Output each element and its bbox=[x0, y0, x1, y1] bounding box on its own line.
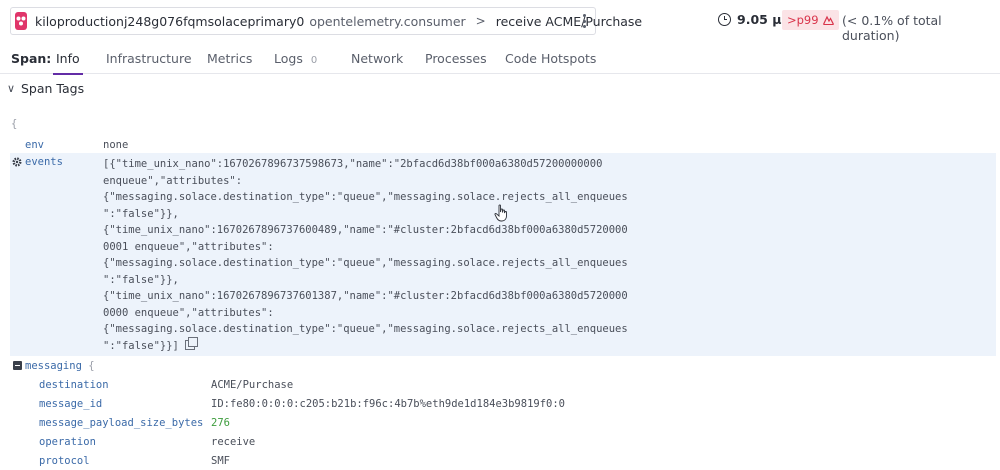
tag-value-protocol[interactable]: SMF bbox=[211, 455, 230, 467]
tab-processes[interactable]: Processes bbox=[425, 51, 487, 66]
tag-value-operation[interactable]: receive bbox=[211, 436, 255, 448]
tag-key-messaging[interactable]: messaging { bbox=[25, 360, 95, 372]
messaging-key: messaging bbox=[25, 360, 82, 372]
tab-info[interactable]: Info bbox=[53, 51, 83, 75]
tag-key-destination[interactable]: destination bbox=[39, 379, 109, 391]
events-line: ":"false"}}] bbox=[103, 339, 179, 352]
events-line: {"messaging.solace.destination_type":"qu… bbox=[103, 323, 628, 335]
tab-logs-label: Logs bbox=[274, 51, 303, 66]
more-options-icon[interactable] bbox=[579, 12, 589, 30]
tag-value-message-id[interactable]: ID:fe80:0:0:0:c205:b21b:f96c:4b7b%eth9de… bbox=[211, 398, 565, 410]
events-line: [{"time_unix_nano":1670267896737598673,"… bbox=[103, 158, 603, 170]
events-line: {"messaging.solace.destination_type":"qu… bbox=[103, 257, 628, 269]
span-tags-toggle[interactable]: ∨ Span Tags bbox=[7, 81, 84, 96]
operation-name: opentelemetry.consumer bbox=[309, 13, 466, 29]
span-duration: 9.05 µs bbox=[718, 12, 789, 27]
json-open-brace: { bbox=[11, 118, 18, 130]
tab-metrics[interactable]: Metrics bbox=[207, 51, 252, 66]
events-line: {"time_unix_nano":1670267896737600489,"n… bbox=[103, 224, 628, 236]
tag-key-message-id[interactable]: message_id bbox=[39, 398, 102, 410]
tag-key-env[interactable]: env bbox=[25, 139, 44, 151]
duration-share: (< 0.1% of total duration) bbox=[842, 13, 942, 43]
span-tags-title: Span Tags bbox=[21, 81, 85, 96]
chevron-right-icon: > bbox=[475, 14, 486, 28]
tabs-label: Span: bbox=[11, 51, 52, 66]
distribution-icon bbox=[822, 15, 834, 25]
collapse-icon[interactable] bbox=[13, 361, 22, 370]
tag-value-payload-size[interactable]: 276 bbox=[211, 417, 230, 429]
events-line: {"messaging.solace.destination_type":"qu… bbox=[103, 191, 628, 203]
tag-key-operation[interactable]: operation bbox=[39, 436, 96, 448]
percentile-label: >p99 bbox=[787, 13, 819, 27]
tag-key-events[interactable]: events bbox=[25, 156, 63, 168]
tag-key-payload-size[interactable]: message_payload_size_bytes bbox=[39, 417, 203, 429]
messaging-open-brace: { bbox=[88, 360, 95, 372]
events-line: ":"false"}}, bbox=[103, 273, 179, 286]
events-line: ":"false"}}, bbox=[103, 207, 179, 220]
tab-infrastructure[interactable]: Infrastructure bbox=[106, 51, 192, 66]
tag-key-protocol[interactable]: protocol bbox=[39, 455, 90, 467]
events-line: 0001 enqueue","attributes": bbox=[103, 240, 274, 253]
hand-cursor-icon bbox=[494, 204, 507, 222]
tag-value-destination[interactable]: ACME/Purchase bbox=[211, 379, 293, 391]
chevron-down-icon: ∨ bbox=[7, 82, 16, 95]
span-tabs: Span: Info Infrastructure Metrics Logs 0 … bbox=[0, 42, 1000, 75]
clock-icon bbox=[718, 13, 731, 26]
span-header: kiloproductionj248g076fqmsolaceprimary0 … bbox=[0, 0, 1000, 43]
tag-value-events[interactable]: [{"time_unix_nano":1670267896737598673,"… bbox=[103, 156, 628, 354]
tab-code-hotspots[interactable]: Code Hotspots bbox=[505, 51, 596, 66]
copy-icon[interactable] bbox=[184, 336, 198, 350]
gear-icon[interactable] bbox=[12, 157, 22, 167]
tab-network[interactable]: Network bbox=[351, 51, 403, 66]
span-breadcrumb[interactable]: kiloproductionj248g076fqmsolaceprimary0 … bbox=[10, 7, 642, 35]
resource-name: receive ACME/Purchase bbox=[495, 13, 643, 29]
service-name[interactable]: kiloproductionj248g076fqmsolaceprimary0 bbox=[35, 14, 304, 29]
events-line: 0000 enqueue","attributes": bbox=[103, 306, 274, 319]
events-line-last: ":"false"}}] bbox=[103, 336, 628, 355]
events-line: {"time_unix_nano":1670267896737601387,"n… bbox=[103, 290, 628, 302]
logs-count-badge: 0 bbox=[310, 55, 318, 66]
events-line: enqueue","attributes": bbox=[103, 174, 243, 187]
tab-logs[interactable]: Logs 0 bbox=[274, 51, 317, 66]
service-icon bbox=[15, 12, 27, 30]
tag-value-env[interactable]: none bbox=[103, 139, 128, 151]
percentile-badge[interactable]: >p99 bbox=[782, 10, 839, 30]
